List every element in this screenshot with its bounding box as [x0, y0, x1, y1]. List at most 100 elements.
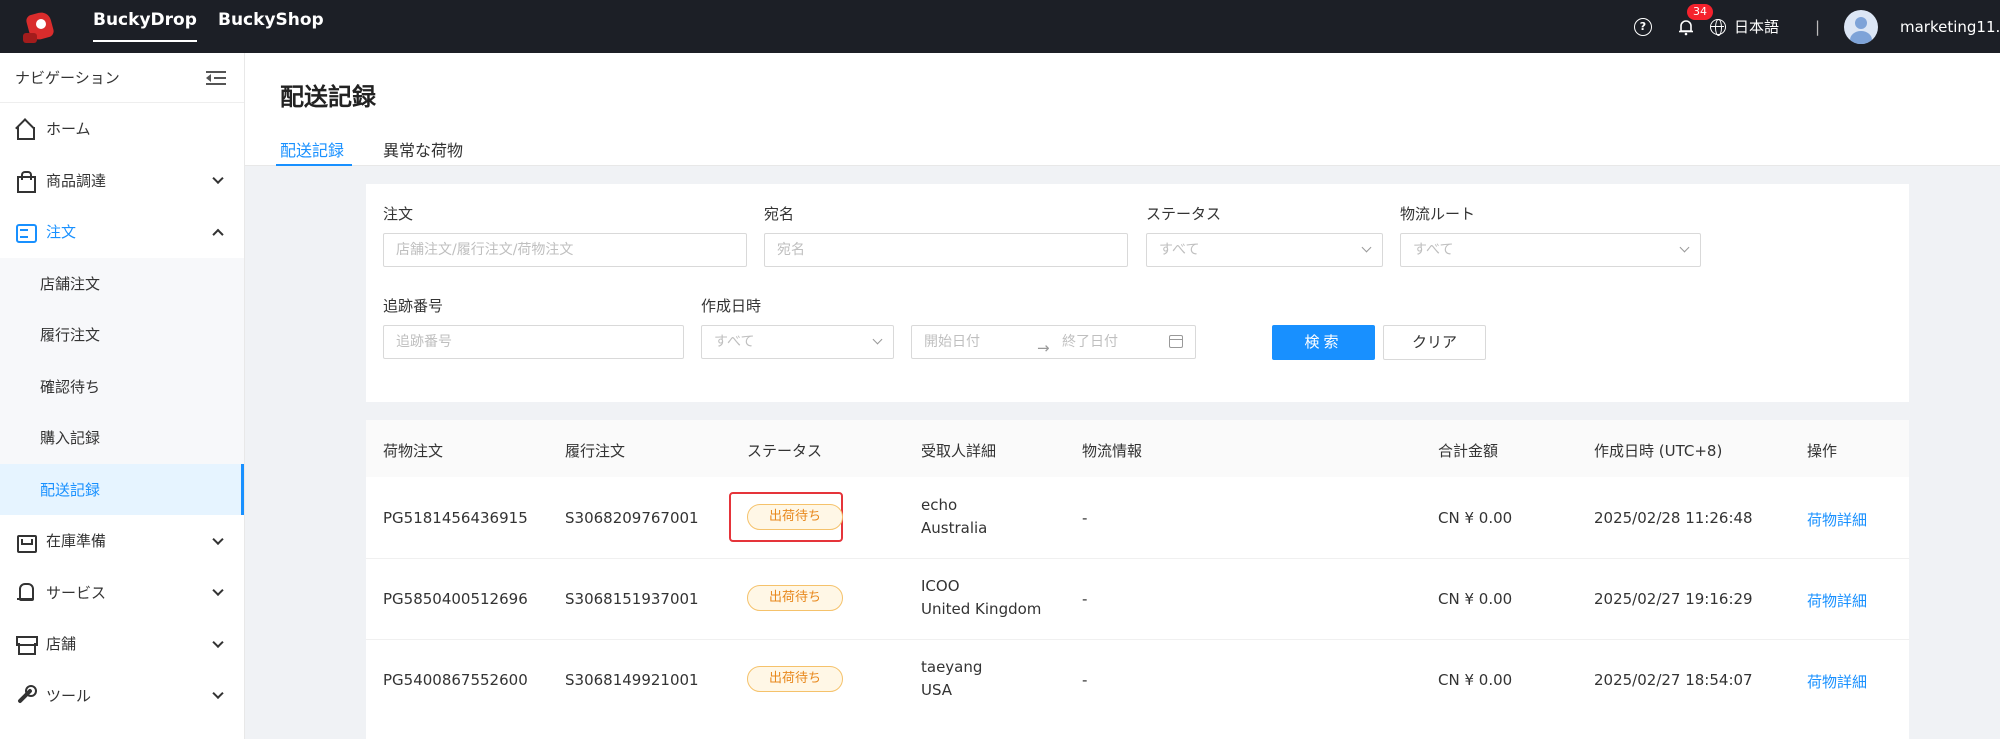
tab-shipping-records[interactable]: 配送記録: [275, 137, 353, 166]
recipient-filter-label: 宛名: [764, 205, 795, 223]
recipient-name-cell: taeyang: [921, 658, 983, 676]
recipient-country-cell: Australia: [921, 519, 988, 537]
calendar-icon: [1169, 335, 1183, 348]
chevron-down-icon: [1679, 242, 1690, 253]
status-badge: 出荷待ち: [747, 666, 843, 692]
tracking-filter-label: 追跡番号: [383, 297, 444, 315]
sidebar-item-procurement[interactable]: 商品調達: [0, 155, 244, 207]
column-header-logistics: 物流情報: [1082, 442, 1143, 460]
column-header-created: 作成日時 (UTC+8): [1594, 442, 1723, 460]
chevron-down-icon: [212, 533, 224, 545]
package-details-link[interactable]: 荷物詳細: [1807, 590, 1867, 611]
total-amount-cell: CN ¥ 0.00: [1438, 509, 1513, 527]
top-navigation-bar: BuckyDrop BuckyShop ? 34 日本語 | marketing…: [0, 0, 2000, 53]
sidebar-item-label: 在庫準備: [46, 532, 107, 551]
tab-abnormal-packages[interactable]: 異常な荷物: [383, 137, 463, 166]
column-header-recipient: 受取人詳細: [921, 442, 997, 460]
shopping-bag-icon: [14, 169, 36, 194]
tab-buckydrop[interactable]: BuckyDrop: [93, 0, 197, 53]
language-label: 日本語: [1734, 18, 1780, 36]
recipient-search-input[interactable]: 宛名: [764, 233, 1128, 267]
chevron-down-icon: [1361, 242, 1372, 253]
start-date-input[interactable]: 開始日付: [924, 326, 980, 358]
search-button[interactable]: 検索: [1272, 325, 1375, 360]
status-badge: 出荷待ち: [747, 585, 843, 611]
globe-icon: [1710, 18, 1726, 36]
sidebar-item-inventory[interactable]: 在庫準備: [0, 515, 244, 567]
user-avatar[interactable]: [1844, 9, 1878, 44]
shipping-records-table: 荷物注文 履行注文 ステータス 受取人詳細 物流情報 合計金額 作成日時 (UT…: [366, 420, 1909, 739]
status-badge: 出荷待ち: [747, 504, 843, 530]
order-loop-icon: [14, 221, 37, 243]
status-filter-label: ステータス: [1146, 205, 1222, 223]
sidebar-item-label: ツール: [46, 686, 92, 705]
sidebar-title: ナビゲーション: [15, 69, 120, 87]
sidebar-subitem-pending-confirmation[interactable]: 確認待ち: [0, 360, 244, 412]
sidebar-subitem-store-orders[interactable]: 店舗注文: [0, 257, 244, 309]
sidebar-item-label: 注文: [46, 223, 77, 242]
logistics-info-cell: -: [1082, 590, 1088, 608]
sidebar-subitem-purchase-records[interactable]: 購入記録: [0, 412, 244, 464]
route-filter-label: 物流ルート: [1400, 205, 1476, 223]
sidebar-item-stores[interactable]: 店舗: [0, 618, 244, 670]
logistics-route-select[interactable]: すべて: [1400, 233, 1701, 267]
wrench-icon: [14, 684, 37, 706]
sidebar-item-label: ホーム: [46, 120, 91, 139]
end-date-input[interactable]: 終了日付: [1062, 326, 1118, 358]
recipient-country-cell: United Kingdom: [921, 600, 1042, 618]
package-details-link[interactable]: 荷物詳細: [1807, 671, 1867, 692]
topbar-separator: |: [1814, 17, 1820, 36]
sidebar-item-tools[interactable]: ツール: [0, 670, 244, 722]
column-header-package: 荷物注文: [383, 442, 444, 460]
chevron-down-icon: [212, 584, 224, 597]
table-header: 荷物注文 履行注文 ステータス 受取人詳細 物流情報 合計金額 作成日時 (UT…: [366, 420, 1909, 477]
row-divider: [366, 639, 1909, 640]
sidebar-item-label: サービス: [46, 583, 107, 602]
package-details-link[interactable]: 荷物詳細: [1807, 509, 1867, 530]
chevron-down-icon: [212, 636, 224, 648]
sidebar-item-label: 店舗: [46, 635, 77, 654]
bucky-logo-icon[interactable]: [20, 7, 60, 47]
date-range-picker[interactable]: 開始日付 → 終了日付: [911, 325, 1196, 359]
status-select[interactable]: すべて: [1146, 233, 1383, 267]
notification-button[interactable]: 34: [1677, 3, 1713, 36]
total-amount-cell: CN ¥ 0.00: [1438, 671, 1513, 689]
created-time-select[interactable]: すべて: [701, 325, 894, 359]
inventory-box-icon: [14, 530, 37, 553]
collapse-menu-icon[interactable]: [206, 70, 226, 86]
clear-button[interactable]: クリア: [1383, 325, 1486, 360]
sidebar-item-home[interactable]: ホーム: [0, 103, 244, 155]
tab-buckyshop[interactable]: BuckyShop: [218, 0, 324, 53]
recipient-name-cell: echo: [921, 496, 958, 514]
tracking-number-input[interactable]: 追跡番号: [383, 325, 684, 359]
sidebar: ナビゲーション ホーム 商品調達 注文 店舗注文 履行注文 確認待ち 購入記録 …: [0, 53, 245, 739]
sidebar-item-services[interactable]: サービス: [0, 567, 244, 619]
language-selector[interactable]: 日本語: [1710, 16, 1792, 37]
fulfillment-order-cell: S3068151937001: [565, 590, 699, 608]
created-time-cell: 2025/02/27 19:16:29: [1594, 590, 1753, 608]
help-circle-icon[interactable]: ?: [1634, 17, 1652, 36]
created-select-value: すべて: [714, 334, 755, 350]
logistics-info-cell: -: [1082, 509, 1088, 527]
recipient-name-cell: ICOO: [921, 577, 960, 595]
fulfillment-order-cell: S3068209767001: [565, 509, 699, 527]
package-order-cell: PG5400867552600: [383, 671, 528, 689]
created-filter-label: 作成日時: [701, 297, 762, 315]
username-label[interactable]: marketing11..: [1900, 18, 2000, 36]
route-select-value: すべて: [1413, 242, 1454, 258]
sidebar-subitem-fulfillment-orders[interactable]: 履行注文: [0, 309, 244, 361]
created-time-cell: 2025/02/28 11:26:48: [1594, 509, 1753, 527]
bell-icon: [1679, 19, 1693, 35]
filter-panel: 注文 店舗注文/履行注文/荷物注文 宛名 宛名 ステータス すべて 物流ルート …: [366, 184, 1909, 402]
order-search-input[interactable]: 店舗注文/履行注文/荷物注文: [383, 233, 747, 267]
fulfillment-order-cell: S3068149921001: [565, 671, 699, 689]
store-icon: [14, 633, 38, 655]
row-divider: [366, 558, 1909, 559]
column-header-status: ステータス: [747, 442, 823, 460]
logistics-info-cell: -: [1082, 671, 1088, 689]
page-header: 配送記録 配送記録 異常な荷物: [245, 53, 2000, 166]
column-header-fulfillment: 履行注文: [565, 442, 626, 460]
sidebar-item-orders[interactable]: 注文: [0, 206, 244, 258]
created-time-cell: 2025/02/27 18:54:07: [1594, 671, 1753, 689]
sidebar-subitem-shipping-records[interactable]: 配送記録: [0, 463, 244, 515]
